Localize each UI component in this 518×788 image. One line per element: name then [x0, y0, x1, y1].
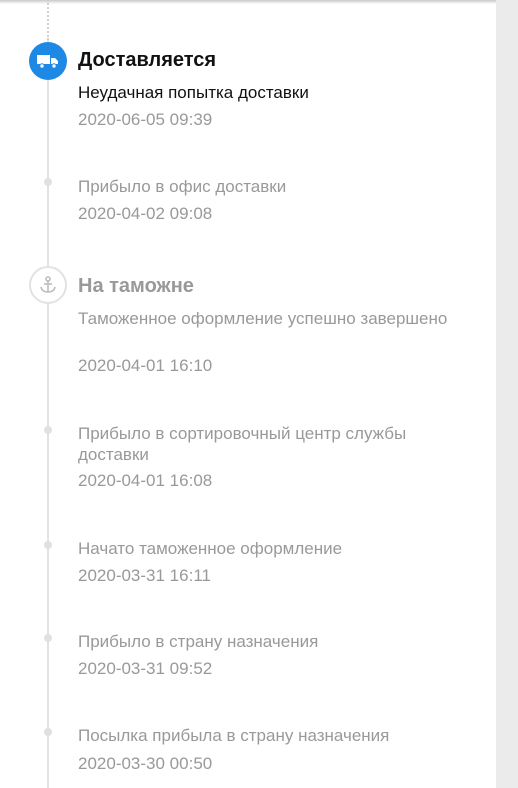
timeline-dot	[44, 541, 52, 549]
event-description: Прибыло в страну назначения	[78, 632, 319, 651]
event-timestamp: 2020-04-01 16:08	[78, 471, 213, 490]
event-timestamp: 2020-04-01 16:10	[78, 356, 213, 375]
event-description: Таможенное оформление успешно завершено	[78, 309, 448, 328]
anchor-icon	[29, 266, 67, 304]
event-description: Прибыло в сортировочный центр службы дос…	[78, 424, 407, 464]
event-timestamp: 2020-03-30 00:50	[78, 754, 213, 773]
event-description: Начато таможенное оформление	[78, 539, 343, 558]
status-title: Доставляется	[78, 49, 217, 71]
timeline-line-dotted	[47, 0, 49, 40]
event-description: Прибыло в офис доставки	[78, 177, 287, 196]
scroll-gutter[interactable]	[496, 0, 518, 788]
timeline-dot	[44, 728, 52, 736]
timeline-dot	[44, 178, 52, 186]
status-title: На таможне	[78, 275, 194, 297]
event-description: Посылка прибыла в страну назначения	[78, 726, 390, 745]
timeline-line	[47, 40, 49, 788]
event-timestamp: 2020-06-05 09:39	[78, 110, 213, 129]
timeline-dot	[44, 426, 52, 434]
event-timestamp: 2020-03-31 16:11	[78, 566, 211, 585]
event-timestamp: 2020-03-31 09:52	[78, 659, 213, 678]
timeline-dot	[44, 634, 52, 642]
truck-icon	[29, 42, 67, 80]
tracking-timeline: Доставляется Неудачная попытка доставки …	[0, 0, 496, 788]
event-timestamp: 2020-04-02 09:08	[78, 204, 213, 223]
event-description: Неудачная попытка доставки	[78, 83, 309, 102]
